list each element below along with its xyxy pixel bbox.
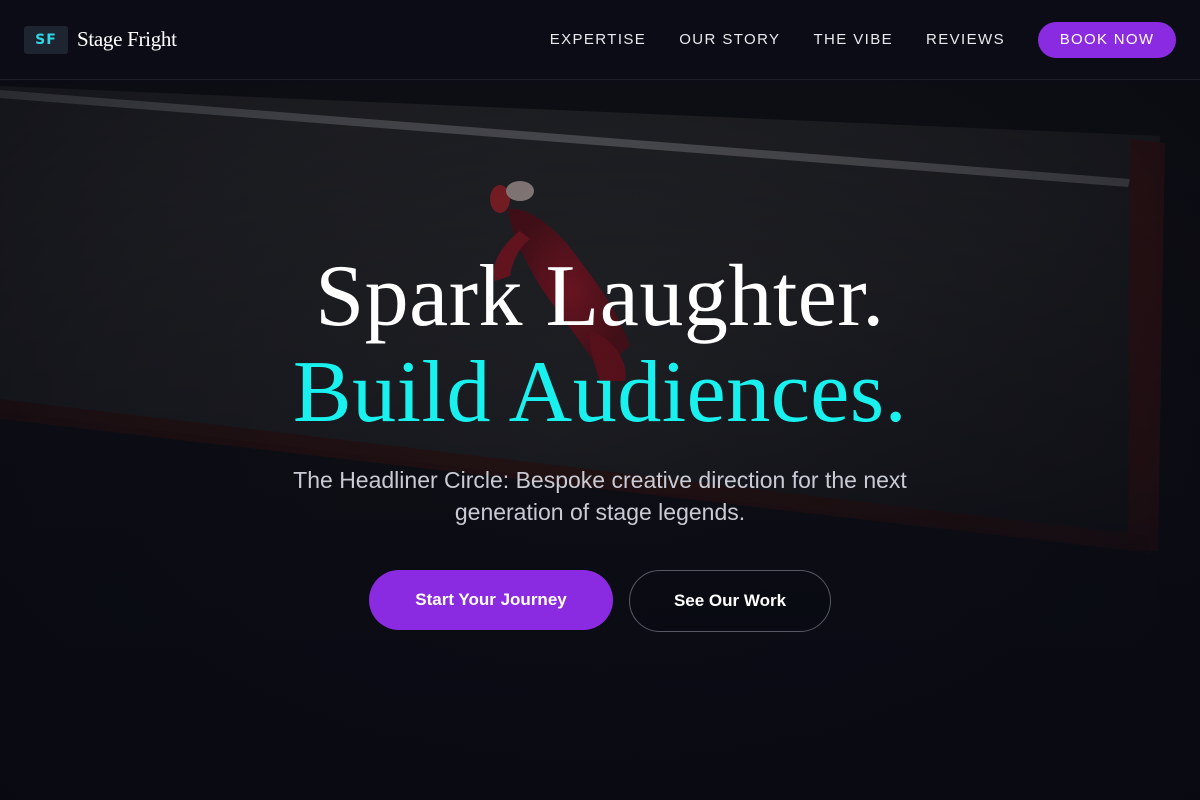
- nav-menu: EXPERTISE OUR STORY THE VIBE REVIEWS BOO…: [550, 21, 1176, 58]
- nav-link-reviews[interactable]: REVIEWS: [926, 31, 1005, 48]
- hero-headline-line1: Spark Laughter.: [315, 248, 885, 345]
- book-now-button[interactable]: BOOK NOW: [1038, 21, 1176, 58]
- nav-link-our-story[interactable]: OUR STORY: [679, 31, 780, 48]
- top-navbar: SF Stage Fright EXPERTISE OUR STORY THE …: [0, 0, 1200, 80]
- brand-badge: SF: [24, 25, 68, 54]
- hero-subheading: The Headliner Circle: Bespoke creative d…: [293, 467, 907, 525]
- hero-headline-line2: Build Audiences.: [292, 344, 908, 441]
- hero-cta-group: Start Your Journey See Our Work: [0, 570, 1200, 632]
- hero-content: Spark Laughter. Build Audiences. The Hea…: [0, 81, 1200, 800]
- nav-link-expertise[interactable]: EXPERTISE: [550, 31, 647, 48]
- brand-logo[interactable]: SF Stage Fright: [24, 25, 177, 54]
- see-our-work-button[interactable]: See Our Work: [629, 570, 831, 632]
- start-journey-button[interactable]: Start Your Journey: [369, 570, 613, 630]
- nav-link-the-vibe[interactable]: THE VIBE: [813, 31, 893, 48]
- hero-section: Spark Laughter. Build Audiences. The Hea…: [0, 81, 1200, 800]
- brand-name: Stage Fright: [77, 27, 177, 51]
